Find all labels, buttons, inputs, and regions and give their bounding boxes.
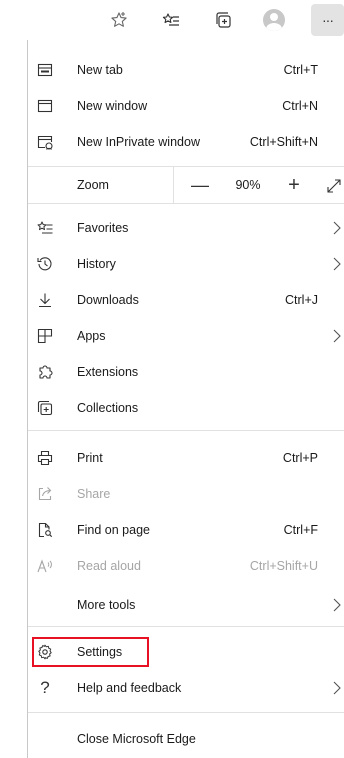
menu-item-label: Print <box>77 451 103 465</box>
menu-item-label: Share <box>77 487 111 501</box>
more-dots-icon: ··· <box>322 12 334 28</box>
menu-item-history[interactable]: History <box>28 247 344 281</box>
chevron-right-icon <box>331 681 343 695</box>
settings-and-more-button[interactable]: ··· <box>311 4 344 36</box>
zoom-in-button[interactable]: + <box>284 175 304 195</box>
zoom-level-value: 90% <box>235 178 261 192</box>
menu-item-print[interactable]: Print Ctrl+P <box>28 441 344 475</box>
menu-item-label: Help and feedback <box>77 681 182 695</box>
chevron-right-icon <box>331 329 343 343</box>
menu-item-find-on-page[interactable]: Find on page Ctrl+F <box>28 513 344 547</box>
collections-icon <box>36 399 54 417</box>
menu-item-read-aloud[interactable]: Read aloud Ctrl+Shift+U <box>28 549 344 583</box>
inprivate-window-icon <box>36 133 54 151</box>
menu-item-label: New tab <box>77 63 123 77</box>
menu-item-new-tab[interactable]: New tab Ctrl+T <box>28 53 344 87</box>
menu-divider <box>28 626 344 627</box>
zoom-label: Zoom <box>77 178 109 192</box>
printer-icon <box>36 449 54 467</box>
chevron-right-icon <box>331 598 343 612</box>
menu-item-new-window[interactable]: New window Ctrl+N <box>28 89 344 123</box>
menu-item-settings[interactable]: Settings <box>28 635 344 669</box>
zoom-controls: — 90% + <box>173 167 344 203</box>
shortcut-label: Ctrl+J <box>285 293 318 307</box>
shortcut-label: Ctrl+P <box>282 451 318 465</box>
menu-item-more-tools[interactable]: More tools <box>28 588 344 622</box>
favorites-list-icon[interactable] <box>155 4 187 36</box>
menu-item-apps[interactable]: Apps <box>28 319 344 353</box>
menu-item-new-inprivate-window[interactable]: New InPrivate window Ctrl+Shift+N <box>28 125 344 159</box>
menu-item-label: Collections <box>77 401 139 415</box>
fullscreen-icon[interactable] <box>326 178 342 194</box>
menu-item-label: Favorites <box>77 221 129 235</box>
apps-icon <box>36 327 54 345</box>
menu-item-label: Close Microsoft Edge <box>77 732 196 746</box>
menu-divider <box>28 712 344 713</box>
settings-and-more-menu: New tab Ctrl+T New window Ctrl+N New InP… <box>27 40 344 758</box>
share-icon <box>36 485 54 503</box>
menu-item-label: Apps <box>77 329 106 343</box>
menu-item-close-edge[interactable]: Close Microsoft Edge <box>28 722 344 756</box>
new-window-icon <box>36 97 54 115</box>
menu-item-zoom: Zoom — 90% + <box>28 167 344 203</box>
menu-divider <box>28 430 344 431</box>
profile-avatar[interactable] <box>258 4 290 36</box>
menu-item-downloads[interactable]: Downloads Ctrl+J <box>28 283 344 317</box>
new-tab-icon <box>36 61 54 79</box>
shortcut-label: Ctrl+F <box>283 523 318 537</box>
shortcut-label: Ctrl+N <box>282 99 318 113</box>
shortcut-label: Ctrl+Shift+U <box>249 559 318 573</box>
favorite-star-icon[interactable] <box>103 4 135 36</box>
extensions-puzzle-icon <box>36 363 54 381</box>
menu-item-share[interactable]: Share <box>28 477 344 511</box>
read-aloud-icon <box>36 557 54 575</box>
menu-item-collections[interactable]: Collections <box>28 391 344 425</box>
menu-item-help-and-feedback[interactable]: ? Help and feedback <box>28 671 344 705</box>
chevron-right-icon <box>331 257 343 271</box>
menu-item-label: Read aloud <box>77 559 141 573</box>
avatar-icon <box>263 9 285 31</box>
menu-item-extensions[interactable]: Extensions <box>28 355 344 389</box>
browser-toolbar: ··· <box>0 0 344 41</box>
favorites-icon <box>36 219 54 237</box>
page-content-edge <box>0 40 28 758</box>
gear-icon <box>36 643 54 661</box>
help-question-icon: ? <box>40 678 50 697</box>
find-on-page-icon <box>36 521 54 539</box>
shortcut-label: Ctrl+Shift+N <box>249 135 318 149</box>
zoom-out-button[interactable]: — <box>190 175 210 195</box>
menu-item-label: New InPrivate window <box>77 135 200 149</box>
menu-item-label: More tools <box>77 598 136 612</box>
menu-item-favorites[interactable]: Favorites <box>28 211 344 245</box>
menu-divider <box>28 203 344 204</box>
chevron-right-icon <box>331 221 343 235</box>
menu-item-label: Settings <box>77 645 123 659</box>
menu-item-label: New window <box>77 99 148 113</box>
menu-item-label: Downloads <box>77 293 139 307</box>
shortcut-label: Ctrl+T <box>283 63 318 77</box>
menu-item-label: History <box>77 257 116 271</box>
menu-item-label: Extensions <box>77 365 139 379</box>
collections-icon[interactable] <box>208 4 240 36</box>
history-icon <box>36 255 54 273</box>
download-icon <box>36 291 54 309</box>
menu-item-label: Find on page <box>77 523 150 537</box>
